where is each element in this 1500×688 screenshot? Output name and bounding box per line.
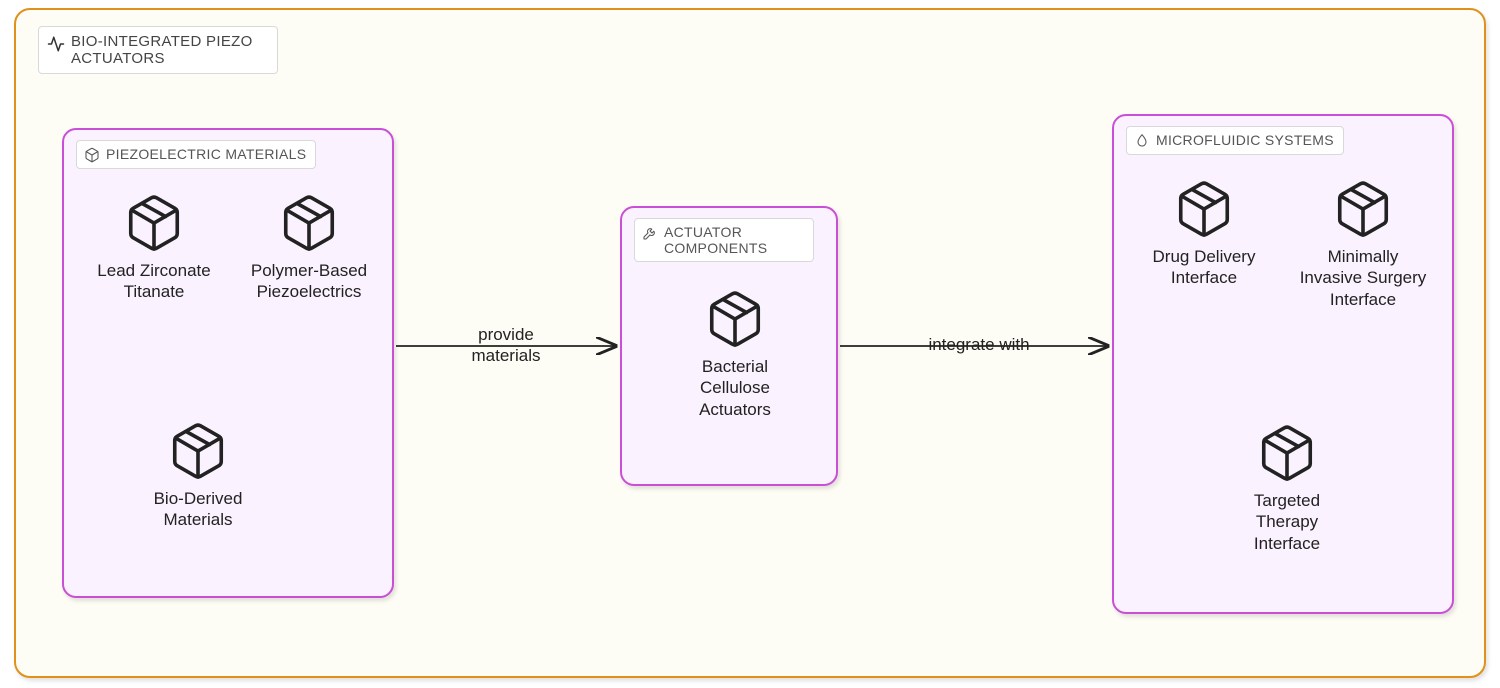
node-polymer: Polymer-Based Piezoelectrics (234, 192, 384, 303)
node-surgery: Minimally Invasive Surgery Interface (1298, 178, 1428, 310)
package-icon (123, 192, 185, 254)
wrench-icon (642, 225, 658, 241)
edge-provide-label: provide materials (446, 324, 566, 367)
group-piezo-materials-label: PIEZOELECTRIC MATERIALS (76, 140, 316, 169)
group-microfluidic-text: MICROFLUIDIC SYSTEMS (1156, 132, 1334, 148)
node-bioderived: Bio-Derived Materials (128, 420, 268, 531)
node-drug: Drug Delivery Interface (1144, 178, 1264, 289)
droplet-icon (1134, 133, 1150, 149)
package-icon (1332, 178, 1394, 240)
package-icon (167, 420, 229, 482)
group-actuator-components: ACTUATOR COMPONENTS Bacterial Cellulose … (620, 206, 838, 486)
node-polymer-label: Polymer-Based Piezoelectrics (239, 260, 379, 303)
node-therapy-label: Targeted Therapy Interface (1222, 490, 1352, 554)
outer-label-text: BIO-INTEGRATED PIEZO ACTUATORS (71, 33, 267, 67)
node-surgery-label: Minimally Invasive Surgery Interface (1298, 246, 1428, 310)
group-actuator-components-text: ACTUATOR COMPONENTS (664, 224, 804, 256)
group-microfluidic: MICROFLUIDIC SYSTEMS Drug Delivery Inter… (1112, 114, 1454, 614)
node-lzt: Lead Zirconate Titanate (94, 192, 214, 303)
box-icon (84, 147, 100, 163)
node-lzt-label: Lead Zirconate Titanate (94, 260, 214, 303)
edge-integrate-label: integrate with (914, 334, 1044, 355)
package-icon (1256, 422, 1318, 484)
outer-label: BIO-INTEGRATED PIEZO ACTUATORS (38, 26, 278, 74)
group-microfluidic-label: MICROFLUIDIC SYSTEMS (1126, 126, 1344, 155)
node-drug-label: Drug Delivery Interface (1144, 246, 1264, 289)
activity-icon (47, 35, 65, 53)
group-piezo-materials: PIEZOELECTRIC MATERIALS Lead Zirconate T… (62, 128, 394, 598)
package-icon (704, 288, 766, 350)
package-icon (1173, 178, 1235, 240)
node-therapy: Targeted Therapy Interface (1222, 422, 1352, 554)
group-actuator-components-label: ACTUATOR COMPONENTS (634, 218, 814, 262)
node-bioderived-label: Bio-Derived Materials (128, 488, 268, 531)
node-bacterial-label: Bacterial Cellulose Actuators (670, 356, 800, 420)
package-icon (278, 192, 340, 254)
node-bacterial: Bacterial Cellulose Actuators (670, 288, 800, 420)
outer-container: BIO-INTEGRATED PIEZO ACTUATORS PIEZOELEC… (14, 8, 1486, 678)
group-piezo-materials-text: PIEZOELECTRIC MATERIALS (106, 146, 306, 162)
